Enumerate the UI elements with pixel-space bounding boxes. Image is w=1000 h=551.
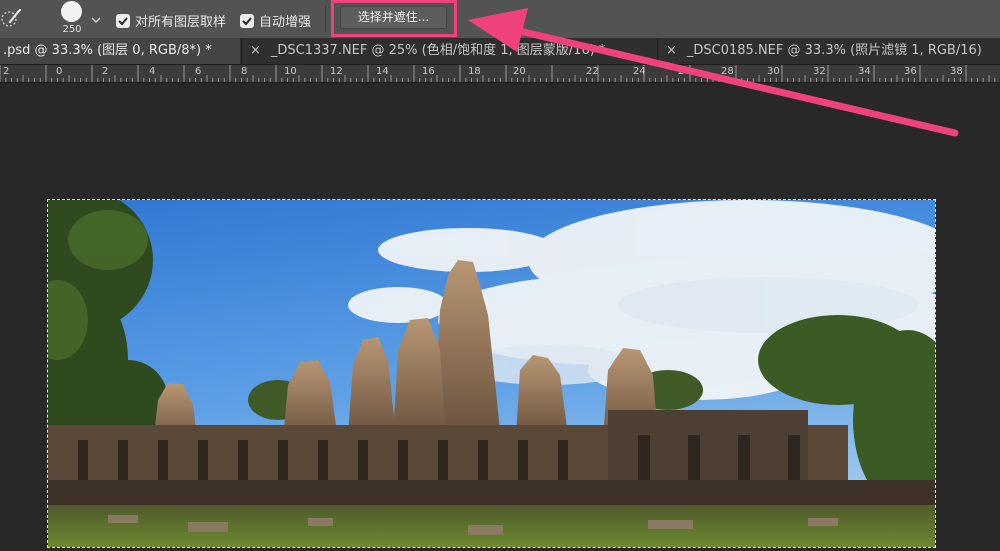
chevron-down-icon[interactable]	[90, 10, 102, 23]
ruler-label: 0	[56, 66, 63, 77]
tab-title: _DSC1337.NEF @ 25% (色相/饱和度 1, 图层蒙版/16) *	[270, 43, 606, 58]
ruler-label: 2	[3, 66, 10, 77]
ruler-label: 22	[586, 66, 599, 77]
ruler-label: 26	[678, 66, 691, 77]
options-bar: 250 对所有图层取样 自动增强 选择并遮住...	[0, 0, 1000, 39]
document-tab-bar: .psd @ 33.3% (图层 0, RGB/8*) * × _DSC1337.…	[0, 38, 1000, 65]
auto-enhance-option[interactable]: 自动增强	[240, 11, 311, 30]
ruler-label: 16	[422, 66, 435, 77]
ruler-label: 18	[468, 66, 481, 77]
checkmark-icon	[242, 16, 252, 25]
quick-selection-brush-icon[interactable]	[0, 6, 22, 32]
close-icon[interactable]: ×	[250, 43, 261, 58]
ruler-label: 12	[330, 66, 343, 77]
ruler-label: 20	[513, 66, 526, 77]
sample-all-layers-option[interactable]: 对所有图层取样	[116, 11, 226, 30]
ruler-label: 38	[950, 66, 963, 77]
sample-all-layers-label: 对所有图层取样	[135, 15, 227, 30]
horizontal-ruler[interactable]: 2 0 2 4 6 8 10 12 14 16 18 20 22 24 26 2…	[0, 65, 1000, 83]
ruler-label: 32	[813, 66, 826, 77]
auto-enhance-checkbox[interactable]	[240, 13, 254, 28]
checkmark-icon	[118, 16, 128, 25]
auto-enhance-label: 自动增强	[259, 15, 312, 30]
ruler-label: 30	[767, 66, 780, 77]
ruler-label: 6	[195, 66, 202, 77]
tab-title: .psd @ 33.3% (图层 0, RGB/8*) *	[3, 43, 212, 58]
document-tab[interactable]: × _DSC0185.NEF @ 33.3% (照片滤镜 1, RGB/16)	[657, 38, 1000, 64]
ruler-label: 2	[102, 66, 109, 77]
ruler-label: 4	[149, 66, 156, 77]
ruler-label: 8	[241, 66, 248, 77]
ruler-label: 28	[721, 66, 734, 77]
select-and-mask-button[interactable]: 选择并遮住...	[340, 6, 447, 29]
sample-all-layers-checkbox[interactable]	[116, 13, 130, 28]
document-tab[interactable]: × _DSC1337.NEF @ 25% (色相/饱和度 1, 图层蒙版/16) …	[241, 38, 657, 64]
ruler-label: 10	[284, 66, 297, 77]
close-icon[interactable]: ×	[666, 43, 677, 58]
brush-tip-icon[interactable]	[61, 1, 82, 22]
document-photo-angkor-temple[interactable]	[13, 190, 988, 548]
tab-title: _DSC0185.NEF @ 33.3% (照片滤镜 1, RGB/16)	[686, 43, 982, 58]
toolbar-divider	[325, 6, 326, 32]
ruler-label: 14	[376, 66, 389, 77]
ruler-label: 24	[633, 66, 646, 77]
ruler-label: 34	[858, 66, 871, 77]
ruler-label: 36	[904, 66, 917, 77]
brush-size-value[interactable]: 250	[58, 24, 86, 35]
document-tab[interactable]: .psd @ 33.3% (图层 0, RGB/8*) *	[0, 38, 240, 64]
